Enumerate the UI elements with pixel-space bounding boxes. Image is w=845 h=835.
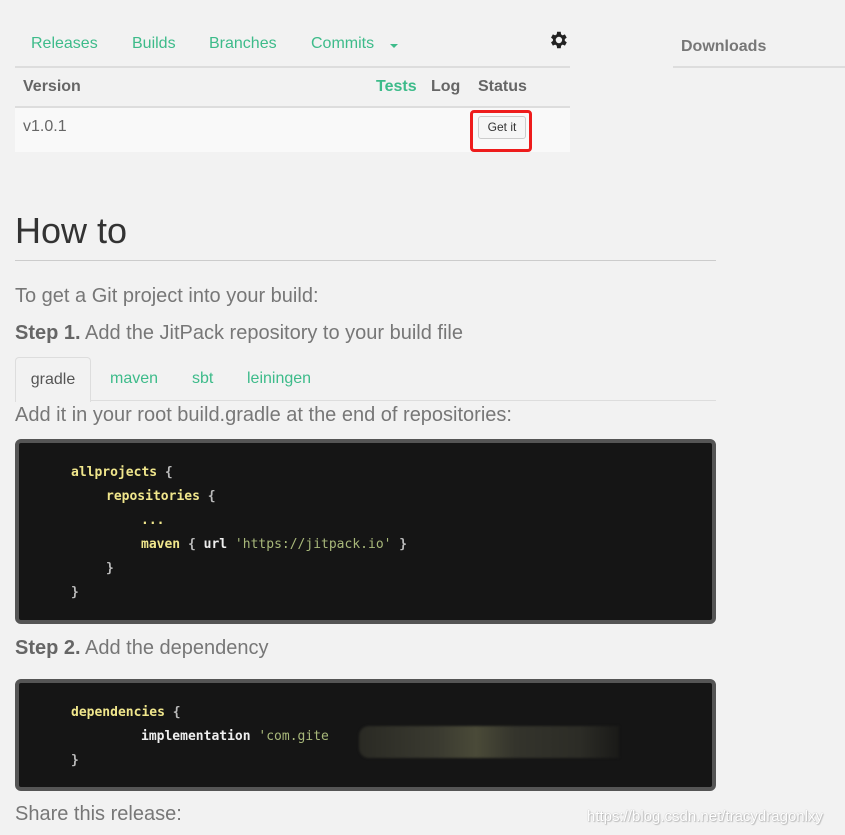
instruction-text: Add it in your root build.gradle at the … — [15, 404, 512, 427]
tab-releases[interactable]: Releases — [31, 35, 98, 53]
page-title: How to — [15, 210, 127, 252]
col-log: Log — [431, 78, 460, 96]
redacted-region — [359, 726, 619, 758]
nav-tabs: Releases Builds Branches Commits — [15, 22, 570, 68]
step2-text: Step 2. Add the dependency — [15, 637, 269, 660]
col-status: Status — [478, 78, 527, 96]
code-keyword: dependencies — [71, 705, 165, 720]
tab-builds[interactable]: Builds — [132, 35, 176, 53]
versions-table-header: Version Tests Log Status — [15, 68, 570, 108]
code-keyword: maven — [141, 537, 180, 552]
watermark: https://blog.csdn.net/tracydragonlxy — [587, 808, 823, 825]
code-block-repositories[interactable]: allprojects { repositories { ... maven {… — [15, 439, 716, 624]
caret-down-icon[interactable] — [390, 44, 398, 48]
tab-leiningen[interactable]: leiningen — [247, 370, 311, 388]
tab-maven[interactable]: maven — [110, 370, 158, 388]
downloads-panel: Downloads — [673, 22, 845, 68]
code-brace: { — [200, 489, 216, 504]
code-string: 'com.gite — [251, 729, 329, 744]
tab-gradle[interactable]: gradle — [15, 357, 91, 402]
tab-sbt[interactable]: sbt — [192, 370, 213, 388]
build-tool-tabs: gradle maven sbt leiningen — [15, 357, 716, 401]
code-keyword: implementation — [141, 729, 251, 744]
col-tests[interactable]: Tests — [376, 78, 417, 96]
code-keyword: allprojects — [71, 465, 157, 480]
col-version: Version — [23, 78, 81, 96]
get-it-button[interactable]: Get it — [478, 116, 526, 139]
share-text: Share this release: — [15, 803, 182, 826]
code-brace: } — [106, 561, 114, 576]
code-brace: { — [165, 705, 181, 720]
step2-desc: Add the dependency — [81, 637, 269, 659]
step1-desc: Add the JitPack repository to your build… — [81, 322, 463, 344]
tab-branches[interactable]: Branches — [209, 35, 277, 53]
code-brace: } — [71, 753, 79, 768]
code-brace: { — [180, 537, 203, 552]
code-ellipsis: ... — [141, 513, 164, 528]
step1-label: Step 1. — [15, 322, 81, 344]
step2-label: Step 2. — [15, 637, 81, 659]
code-brace: { — [157, 465, 173, 480]
code-string: 'https://jitpack.io' — [227, 537, 391, 552]
code-brace: } — [391, 537, 407, 552]
divider — [15, 260, 716, 261]
code-brace: } — [71, 585, 79, 600]
version-value[interactable]: v1.0.1 — [23, 118, 67, 136]
intro-text: To get a Git project into your build: — [15, 285, 319, 308]
step1-text: Step 1. Add the JitPack repository to yo… — [15, 322, 463, 345]
code-keyword: repositories — [106, 489, 200, 504]
code-url-key: url — [204, 537, 227, 552]
downloads-heading: Downloads — [681, 38, 766, 56]
gear-icon[interactable] — [547, 29, 569, 51]
code-block-dependency[interactable]: dependencies { implementation 'com.gite … — [15, 679, 716, 791]
tab-commits[interactable]: Commits — [311, 35, 374, 53]
